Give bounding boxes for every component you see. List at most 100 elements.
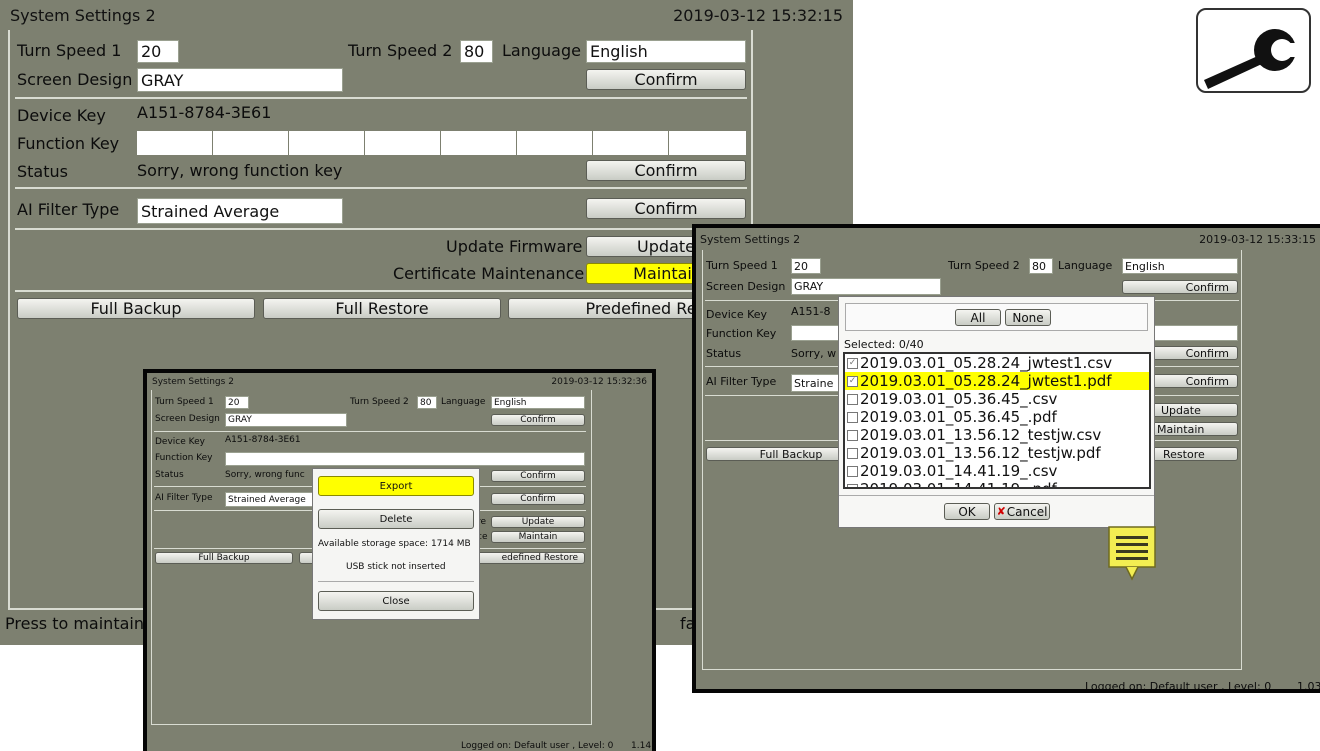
s3-turn-speed-2-label: Turn Speed 2 [948, 259, 1020, 272]
screen-design-label: Screen Design [17, 70, 133, 89]
file-name: 2019.03.01_05.28.24_jwtest1.csv [860, 354, 1113, 372]
function-key-divider [516, 131, 517, 155]
file-list[interactable]: ✓ 2019.03.01_05.28.24_jwtest1.csv ✓ 2019.03… [843, 352, 1151, 489]
s2-full-backup-button[interactable]: Full Backup [155, 552, 293, 564]
screen3-title: System Settings 2 [700, 232, 801, 246]
file-row[interactable]: 2019.03.01_05.36.45_.csv [845, 390, 1149, 408]
file-row[interactable]: ✓ 2019.03.01_05.28.24_jwtest1.csv [845, 354, 1149, 372]
export-popup: Export Delete Available storage space: 1… [312, 468, 480, 620]
s3-language-field[interactable]: English [1122, 258, 1238, 274]
language-label: Language [502, 41, 581, 60]
separator [154, 431, 586, 432]
s2-confirm-button-3[interactable]: Confirm [491, 493, 585, 505]
file-checkbox[interactable]: ✓ [847, 375, 858, 387]
function-key-label: Function Key [17, 134, 120, 153]
file-checkbox[interactable] [847, 465, 858, 477]
s2-status-value: Sorry, wrong func [225, 470, 305, 480]
file-checkbox[interactable]: ✓ [847, 357, 858, 369]
s2-confirm-button-1[interactable]: Confirm [491, 414, 585, 426]
screen-design-field[interactable]: GRAY [137, 68, 343, 92]
screen3-titlebar: System Settings 2 2019-03-12 15:33:15 [696, 228, 1320, 250]
s2-screen-design-label: Screen Design [155, 414, 220, 424]
s2-turn-speed-2-label: Turn Speed 2 [350, 397, 409, 407]
cancel-x-icon: ✘ [996, 505, 1006, 518]
storage-space-text: Available storage space: 1714 MB [318, 539, 471, 549]
full-backup-button[interactable]: Full Backup [17, 298, 255, 319]
export-screen: System Settings 2 2019-03-12 15:32:36 Tu… [143, 369, 656, 751]
function-key-divider [592, 131, 593, 155]
file-select-screen: System Settings 2 2019-03-12 15:33:15 Tu… [692, 224, 1320, 693]
status-value: Sorry, wrong function key [137, 161, 343, 180]
s3-confirm-button-1[interactable]: Confirm [1122, 280, 1238, 294]
file-row[interactable]: 2019.03.01_13.56.12_testjw.pdf [845, 444, 1149, 462]
s2-turn-speed-2-field[interactable]: 80 [417, 396, 437, 409]
screen2-titlebar: System Settings 2 2019-03-12 15:32:36 [147, 373, 652, 390]
select-all-button[interactable]: All [955, 309, 1001, 326]
device-key-label: Device Key [17, 106, 106, 125]
screen2-title: System Settings 2 [152, 376, 234, 387]
s2-language-label: Language [441, 397, 486, 407]
s2-confirm-button-2[interactable]: Confirm [491, 470, 585, 482]
s3-turn-speed-1-field[interactable]: 20 [791, 258, 821, 274]
popup-divider [318, 581, 474, 582]
screen2-datetime: 2019-03-12 15:32:36 [551, 376, 647, 387]
separator [15, 290, 747, 292]
file-row[interactable]: 2019.03.01_05.36.45_.pdf [845, 408, 1149, 426]
file-checkbox[interactable] [847, 411, 858, 423]
close-button[interactable]: Close [318, 591, 474, 611]
file-row[interactable]: ✓ 2019.03.01_05.28.24_jwtest1.pdf [845, 372, 1149, 390]
separator [15, 97, 747, 99]
s3-turn-speed-2-field[interactable]: 80 [1029, 258, 1053, 274]
s2-footer: Logged on: Default user , Level: 0 [461, 741, 614, 751]
turn-speed-2-label: Turn Speed 2 [348, 41, 453, 60]
file-checkbox[interactable] [847, 429, 858, 441]
s2-status-label: Status [155, 470, 184, 480]
confirm-button-3[interactable]: Confirm [586, 198, 746, 219]
file-row[interactable]: 2019.03.01_13.56.12_testjw.csv [845, 426, 1149, 444]
export-button[interactable]: Export [318, 476, 474, 496]
s2-device-key-value: A151-8784-3E61 [225, 435, 301, 445]
cancel-button[interactable]: ✘ Cancel [994, 503, 1050, 520]
language-field[interactable]: English [586, 40, 746, 63]
s3-status-fragment: Sorry, w [791, 347, 837, 360]
certificate-maintenance-label: Certificate Maintenance [393, 264, 585, 283]
file-checkbox[interactable] [847, 393, 858, 405]
function-key-divider [288, 131, 289, 155]
file-name: 2019.03.01_13.56.12_testjw.csv [860, 426, 1102, 444]
s2-language-field[interactable]: English [491, 396, 585, 409]
s3-ai-filter-label: AI Filter Type [706, 375, 777, 388]
update-firmware-label: Update Firmware [446, 237, 583, 256]
ai-filter-field[interactable]: Strained Average [137, 198, 343, 224]
confirm-button-1[interactable]: Confirm [586, 69, 746, 90]
turn-speed-1-field[interactable]: 20 [137, 40, 179, 63]
status-label: Status [17, 162, 68, 181]
turn-speed-2-field[interactable]: 80 [460, 40, 493, 63]
select-none-button[interactable]: None [1005, 309, 1051, 326]
s2-update-button[interactable]: Update [491, 516, 585, 528]
wrench-icon [1196, 8, 1311, 93]
file-row[interactable]: 2019.03.01_14.41.19_.pdf [845, 480, 1149, 487]
s2-function-key-field[interactable] [225, 452, 585, 466]
file-checkbox[interactable] [847, 483, 858, 487]
full-restore-button[interactable]: Full Restore [263, 298, 501, 319]
s3-screen-design-field[interactable]: GRAY [791, 278, 941, 295]
file-name: 2019.03.01_05.36.45_.csv [860, 390, 1058, 408]
s2-maintain-button[interactable]: Maintain [491, 531, 585, 543]
delete-button[interactable]: Delete [318, 509, 474, 529]
s2-screen-design-field[interactable]: GRAY [225, 413, 347, 427]
function-key-field[interactable] [137, 131, 746, 155]
main-status-line: Press to maintain [5, 614, 144, 633]
s2-ai-filter-label: AI Filter Type [155, 493, 213, 503]
function-key-divider [364, 131, 365, 155]
s3-screen-design-label: Screen Design [706, 280, 786, 293]
main-titlebar: System Settings 2 2019-03-12 15:32:15 [0, 0, 853, 30]
comment-list-icon [1108, 526, 1158, 582]
file-row[interactable]: 2019.03.01_14.41.19_.csv [845, 462, 1149, 480]
s3-device-key-label: Device Key [706, 308, 768, 321]
s2-turn-speed-1-field[interactable]: 20 [225, 396, 249, 409]
ok-button[interactable]: OK [944, 503, 990, 520]
file-name: 2019.03.01_05.28.24_jwtest1.pdf [860, 372, 1112, 390]
main-title: System Settings 2 [10, 5, 156, 25]
file-checkbox[interactable] [847, 447, 858, 459]
confirm-button-2[interactable]: Confirm [586, 160, 746, 181]
